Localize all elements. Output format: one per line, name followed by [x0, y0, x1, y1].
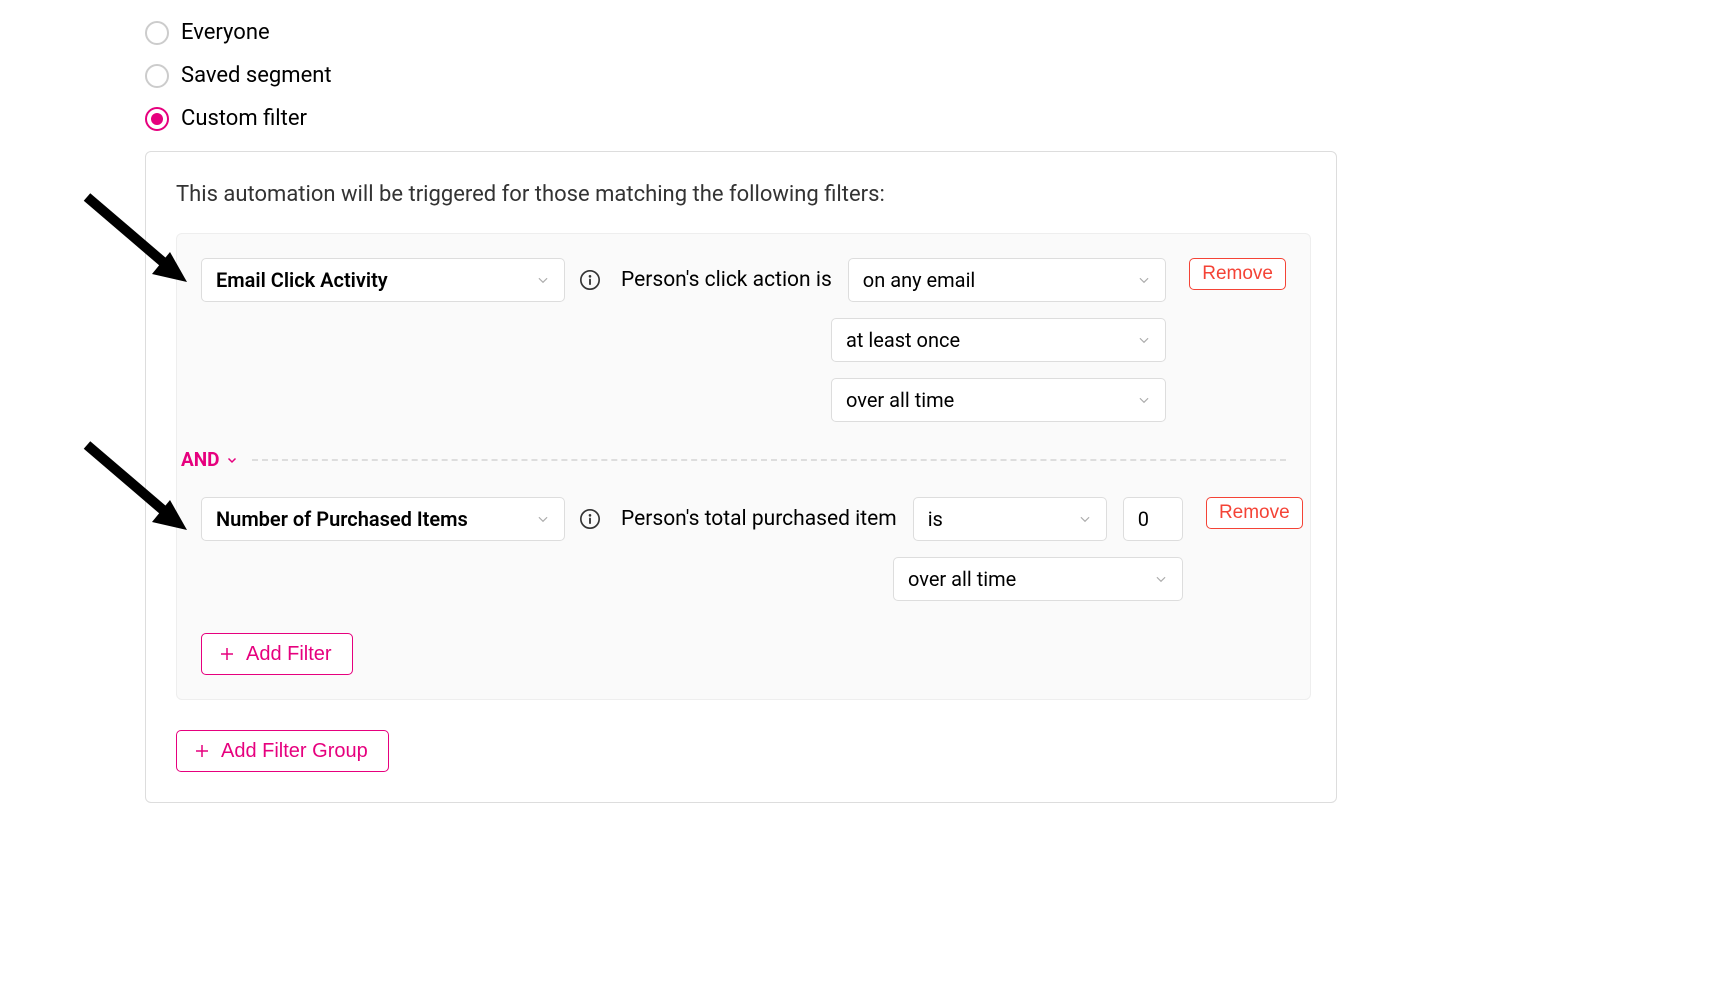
radio-option-everyone[interactable]: Everyone — [145, 20, 1721, 45]
info-icon[interactable] — [579, 508, 601, 530]
filter-attribute-text: Email Click Activity — [216, 268, 388, 292]
panel-intro-text: This automation will be triggered for th… — [176, 182, 1311, 207]
add-filter-group-button[interactable]: Add Filter Group — [176, 730, 389, 772]
radio-option-saved-segment[interactable]: Saved segment — [145, 63, 1721, 88]
remove-filter-button[interactable]: Remove — [1206, 497, 1303, 529]
criteria-select-timeframe[interactable]: over all time — [893, 557, 1183, 601]
filter-row-2: Number of Purchased Items Person's total… — [177, 497, 1310, 601]
operator-label: AND — [181, 448, 220, 471]
add-filter-button[interactable]: Add Filter — [201, 633, 353, 675]
chevron-down-icon — [1137, 273, 1151, 287]
criteria-col: Person's total purchased item is 0 over … — [621, 497, 1183, 601]
remove-filter-button[interactable]: Remove — [1189, 258, 1286, 290]
and-separator: AND — [177, 422, 1310, 497]
filter-attribute-select[interactable]: Email Click Activity — [201, 258, 565, 302]
operator-toggle[interactable]: AND — [181, 448, 252, 471]
filter-attribute-text: Number of Purchased Items — [216, 507, 468, 531]
criteria-line-3: over all time — [621, 378, 1166, 422]
divider-line — [252, 459, 1286, 461]
criteria-label: Person's total purchased item — [621, 507, 897, 531]
criteria-line-2: over all time — [621, 557, 1183, 601]
add-group-wrap: Add Filter Group — [176, 730, 1311, 772]
criteria-line-2: at least once — [621, 318, 1166, 362]
criteria-label: Person's click action is — [621, 268, 832, 292]
radio-label-custom-filter: Custom filter — [181, 106, 307, 131]
chevron-down-icon — [536, 512, 550, 526]
filter-panel: This automation will be triggered for th… — [145, 151, 1337, 803]
criteria-line-1: Person's click action is on any email — [621, 258, 1166, 302]
radio-circle — [145, 21, 169, 45]
chevron-down-icon — [536, 273, 550, 287]
chevron-down-icon — [1137, 393, 1151, 407]
radio-label-saved-segment: Saved segment — [181, 63, 332, 88]
info-icon[interactable] — [579, 269, 601, 291]
plus-icon — [218, 645, 236, 663]
criteria-select-email-scope[interactable]: on any email — [848, 258, 1166, 302]
chevron-down-icon — [1078, 512, 1092, 526]
chevron-down-icon — [1154, 572, 1168, 586]
radio-label-everyone: Everyone — [181, 20, 270, 45]
radio-option-custom-filter[interactable]: Custom filter — [145, 106, 1721, 131]
criteria-value-input[interactable]: 0 — [1123, 497, 1183, 541]
plus-icon — [193, 742, 211, 760]
criteria-col: Person's click action is on any email at… — [621, 258, 1166, 422]
chevron-down-icon — [1137, 333, 1151, 347]
add-filter-wrap: Add Filter — [177, 601, 1310, 675]
criteria-line-1: Person's total purchased item is 0 — [621, 497, 1183, 541]
criteria-select-timeframe[interactable]: over all time — [831, 378, 1166, 422]
filter-attribute-select[interactable]: Number of Purchased Items — [201, 497, 565, 541]
chevron-down-icon — [226, 454, 238, 466]
filter-group: Email Click Activity Person's click acti… — [176, 233, 1311, 700]
remove-col: Remove — [1186, 258, 1286, 290]
remove-col: Remove — [1203, 497, 1303, 529]
criteria-select-frequency[interactable]: at least once — [831, 318, 1166, 362]
filter-attr-col: Email Click Activity — [201, 258, 601, 302]
filter-attr-col: Number of Purchased Items — [201, 497, 601, 541]
radio-circle-selected — [145, 107, 169, 131]
targeting-radio-group: Everyone Saved segment Custom filter — [145, 20, 1721, 131]
criteria-select-operator[interactable]: is — [913, 497, 1107, 541]
radio-circle — [145, 64, 169, 88]
filter-row-1: Email Click Activity Person's click acti… — [177, 258, 1310, 422]
